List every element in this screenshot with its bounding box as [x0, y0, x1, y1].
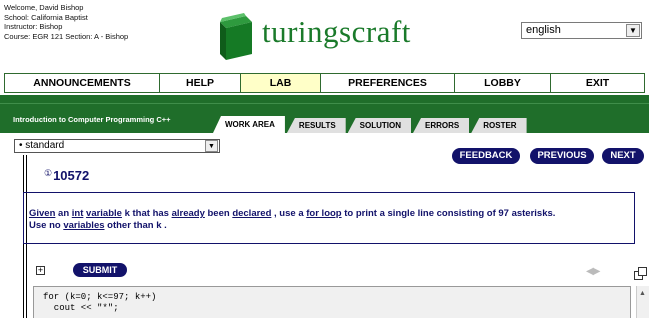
problem-text: other than k . [104, 220, 167, 231]
scrollbar[interactable]: ▲ [636, 286, 649, 318]
exercise-number: ①10572 [44, 168, 89, 183]
glossary-link[interactable]: variable [86, 208, 122, 219]
problem-text: been [204, 208, 233, 219]
nav-help[interactable]: HELP [160, 74, 241, 92]
nav-announcements[interactable]: ANNOUNCEMENTS [5, 74, 160, 92]
next-button[interactable]: NEXT [602, 148, 644, 164]
course-text: Course: EGR 121 Section: A - Bishop [4, 31, 129, 41]
info-icon[interactable]: ① [44, 168, 52, 178]
expand-icon[interactable]: + [36, 266, 45, 275]
problem-statement: Given an int variable k that has already… [23, 192, 635, 244]
problem-text: Use no [29, 220, 64, 231]
chevron-down-icon[interactable]: ▼ [205, 140, 218, 152]
tab-errors[interactable]: ERRORS [413, 118, 470, 133]
logo-book-icon [220, 13, 252, 60]
previous-button[interactable]: PREVIOUS [530, 148, 594, 164]
chevron-down-icon[interactable]: ▼ [626, 24, 640, 37]
problem-text: k that has [121, 208, 172, 219]
exercise-id: 10572 [53, 168, 90, 183]
mode-select[interactable]: • standard ▼ [14, 139, 220, 153]
instructor-text: Instructor: Bishop [4, 22, 63, 31]
tab-work-area[interactable]: WORK AREA [213, 116, 285, 133]
mode-value: • standard [19, 140, 65, 151]
feedback-button[interactable]: FEEDBACK [452, 148, 520, 164]
language-value: english [526, 24, 561, 36]
copy-icon[interactable] [634, 267, 647, 280]
glossary-link[interactable]: int [72, 208, 84, 219]
user-info: Welcome, David Bishop School: California… [4, 3, 128, 41]
tab-solution[interactable]: SOLUTION [347, 118, 412, 133]
brand-name: turingscraft [262, 14, 411, 49]
submit-button[interactable]: SUBMIT [73, 263, 127, 277]
nav-preferences[interactable]: PREFERENCES [321, 74, 455, 92]
glossary-link[interactable]: for loop [306, 208, 341, 219]
main-nav: ANNOUNCEMENTS HELP LAB PREFERENCES LOBBY… [4, 73, 645, 93]
tab-roster[interactable]: ROSTER [471, 118, 527, 133]
glossary-link[interactable]: declared [232, 208, 271, 219]
tab-results[interactable]: RESULTS [286, 118, 346, 133]
language-select[interactable]: english ▼ [521, 22, 642, 39]
prev-next-arrows-icon[interactable]: ◀▶ [586, 266, 600, 277]
code-editor[interactable]: for (k=0; k<=97; k++) cout << "*"; [33, 286, 631, 318]
school-text: School: California Baptist [4, 12, 88, 22]
problem-text: an [55, 208, 72, 219]
welcome-text: Welcome, David Bishop [4, 3, 84, 12]
glossary-link[interactable]: already [172, 208, 205, 219]
course-title: Introduction to Computer Programming C++ [13, 115, 171, 124]
problem-text: to print a single line consisting of 97 … [341, 208, 556, 219]
nav-lab[interactable]: LAB [241, 74, 321, 92]
glossary-link[interactable]: Given [29, 208, 55, 219]
glossary-link[interactable]: variables [63, 220, 104, 231]
nav-lobby[interactable]: LOBBY [455, 74, 551, 92]
tab-bar: WORK AREA RESULTS SOLUTION ERRORS ROSTER [213, 116, 529, 133]
nav-exit[interactable]: EXIT [551, 74, 644, 92]
problem-text: , use a [271, 208, 307, 219]
scroll-up-icon[interactable]: ▲ [639, 290, 646, 297]
